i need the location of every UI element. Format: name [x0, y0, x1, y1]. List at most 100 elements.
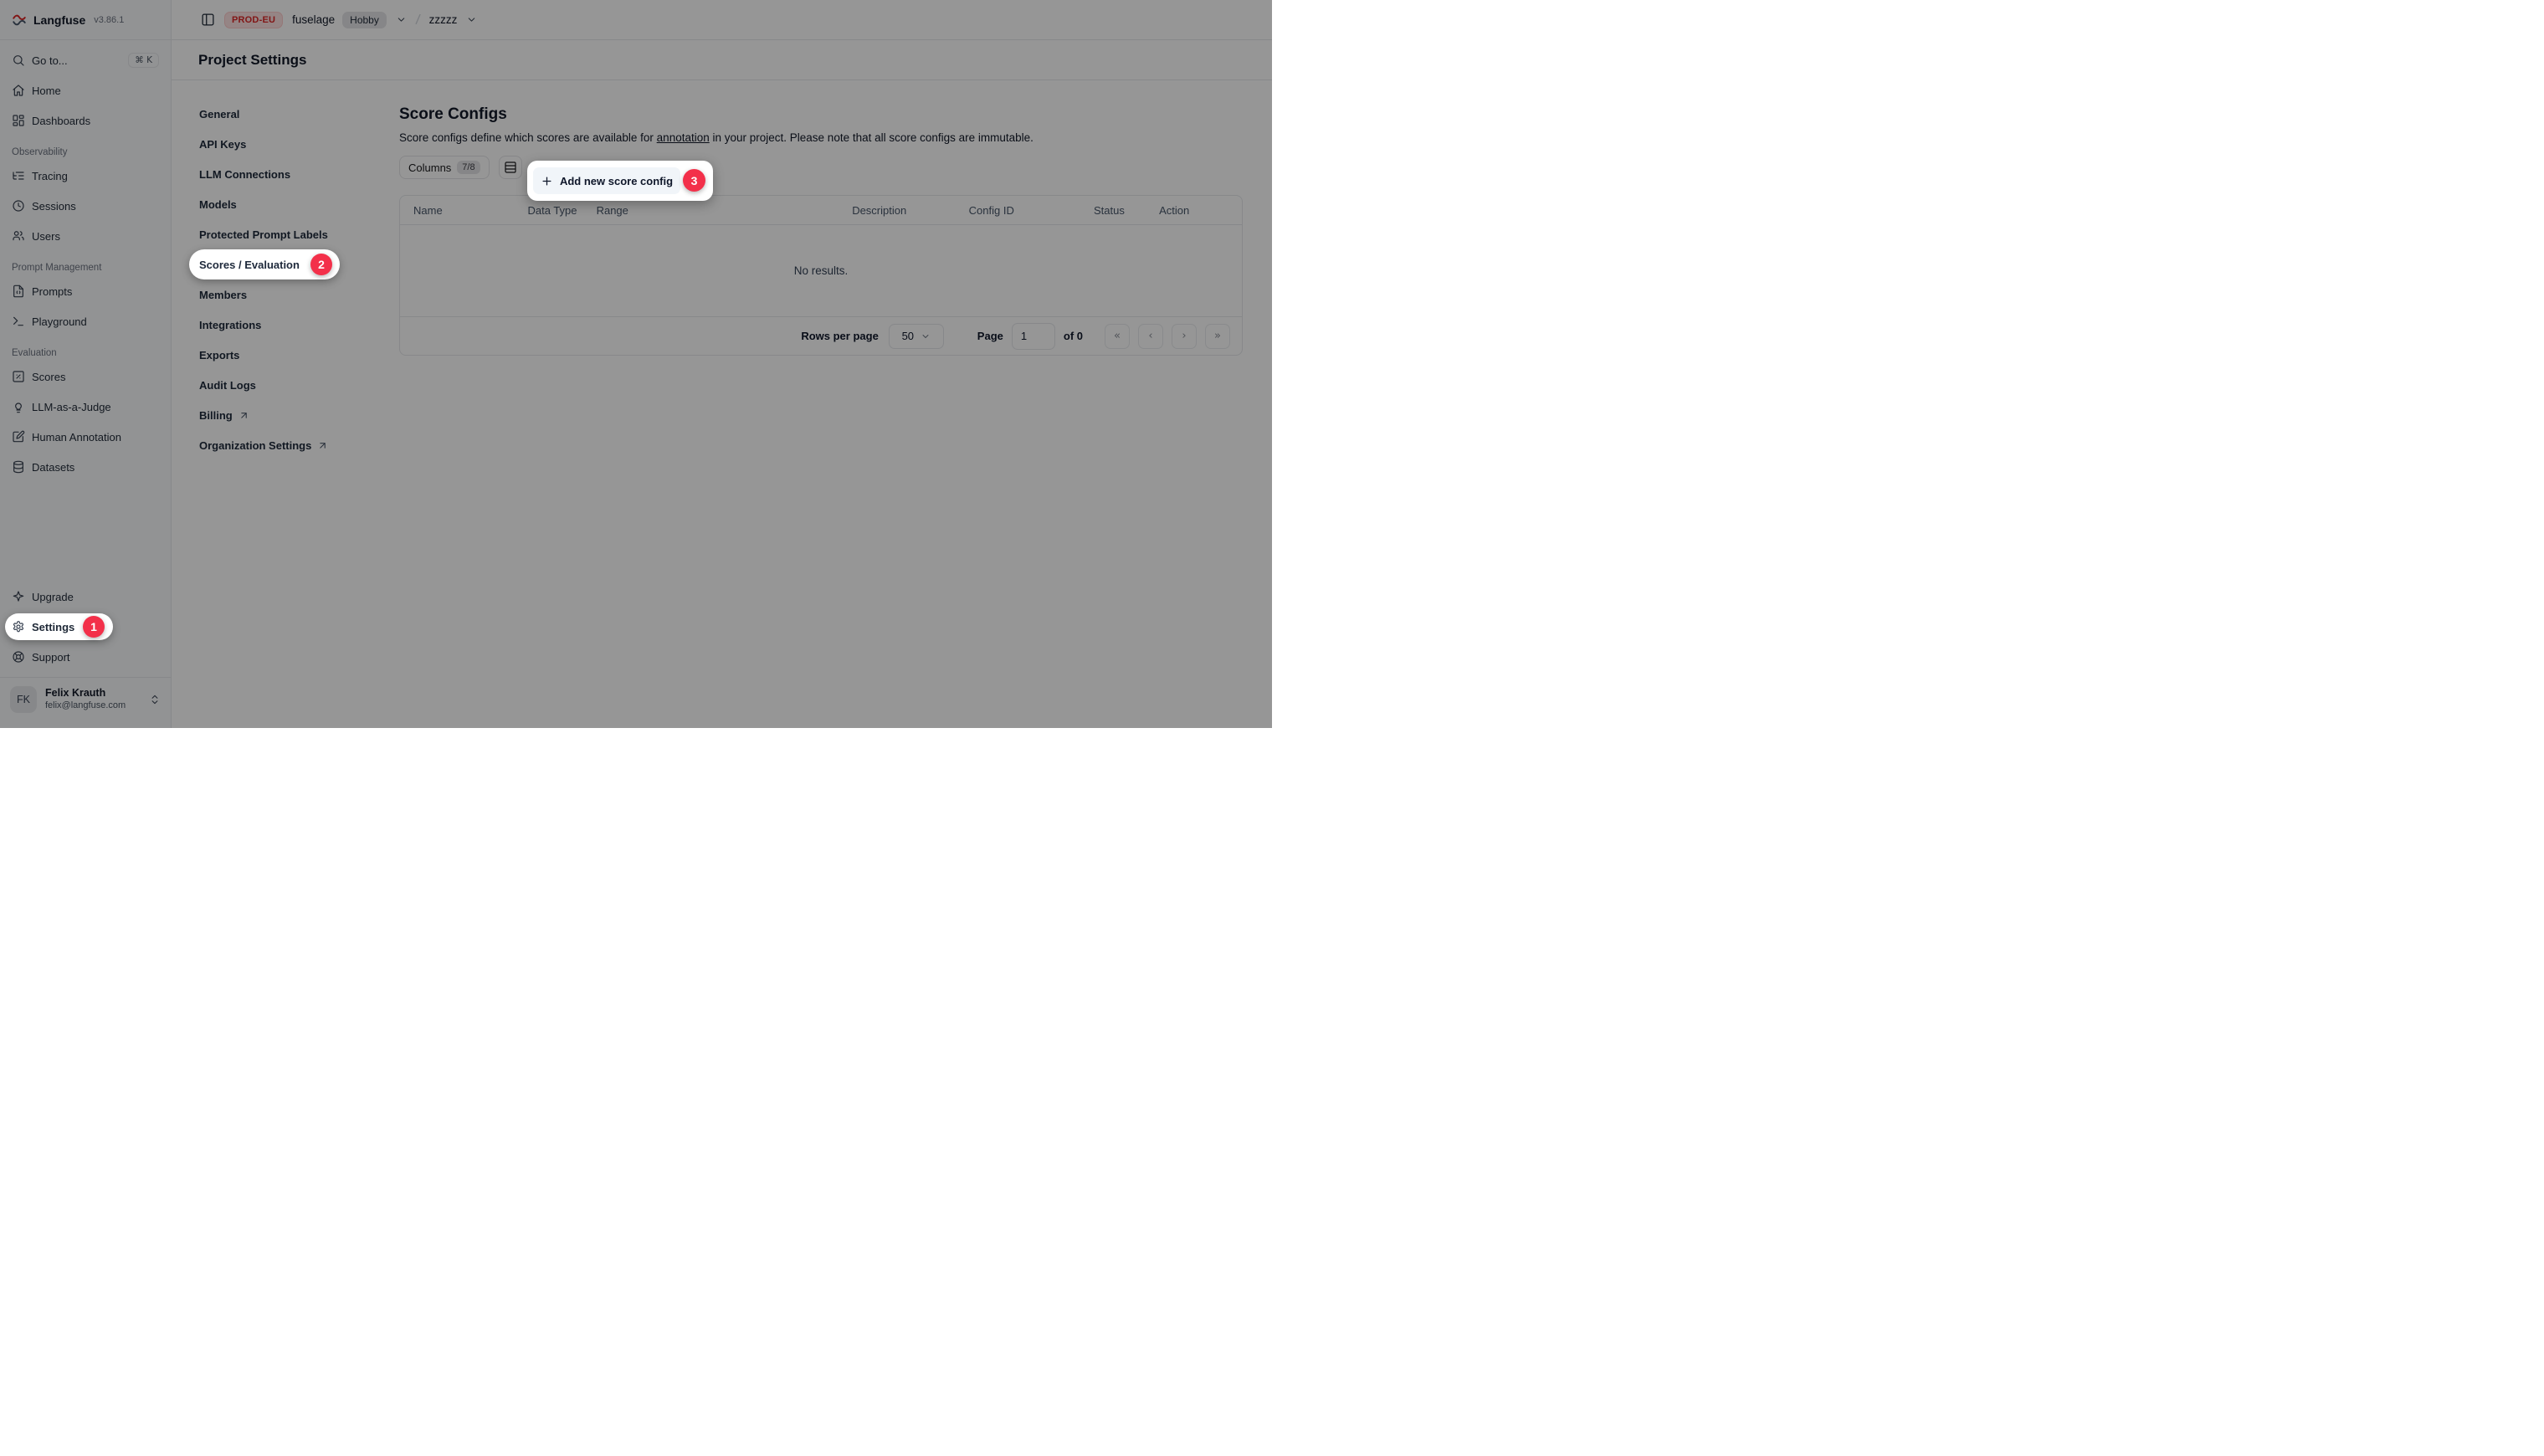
sidebar-item-scores[interactable]: Scores [5, 363, 166, 390]
brand-version: v3.86.1 [94, 15, 124, 25]
column-header-config-id: Config ID [969, 204, 1094, 217]
sidebar-item-label: Upgrade [32, 591, 74, 603]
columns-button[interactable]: Columns 7/8 [399, 156, 490, 179]
row-height-button[interactable] [499, 156, 522, 179]
add-score-config-card: Add new score config 3 [527, 161, 713, 201]
sidebar-item-users[interactable]: Users [5, 223, 166, 249]
column-header-status: Status [1094, 204, 1159, 217]
next-page-button[interactable]: › [1172, 324, 1197, 349]
sidebar-item-label: Prompts [32, 285, 72, 298]
score-configs-heading: Score Configs [399, 105, 1244, 124]
goto-search[interactable]: Go to... ⌘ K [5, 47, 166, 74]
brand-name: Langfuse [33, 13, 85, 27]
brand-logo-row: Langfuse v3.86.1 [0, 0, 171, 40]
settings-nav-api-keys[interactable]: API Keys [199, 129, 399, 159]
table-header-row: Name Data Type Range Description Config … [400, 196, 1242, 225]
sidebar-item-prompts[interactable]: Prompts [5, 278, 166, 305]
main-area: PROD-EU fuselage Hobby / zzzzz Project S… [172, 0, 1272, 728]
sidebar-item-datasets[interactable]: Datasets [5, 454, 166, 480]
settings-nav-llm-connections[interactable]: LLM Connections [199, 159, 399, 189]
settings-nav-audit-logs[interactable]: Audit Logs [199, 370, 399, 400]
table-footer: Rows per page 50 Page of 0 « ‹ › » [400, 316, 1242, 355]
users-icon [12, 229, 25, 243]
breadcrumb-org[interactable]: fuselage [292, 13, 335, 26]
rows-icon [504, 161, 517, 174]
user-menu[interactable]: FK Felix Krauth felix@langfuse.com [0, 677, 171, 723]
sidebar-item-settings[interactable]: Settings 1 [5, 613, 113, 640]
column-header-data-type: Data Type [527, 204, 596, 217]
sidebar-item-label: Sessions [32, 200, 76, 213]
page-number-input[interactable] [1012, 323, 1055, 350]
annotation-link[interactable]: annotation [657, 131, 710, 144]
section-evaluation: Evaluation [12, 348, 159, 358]
sidebar-item-label: Playground [32, 315, 87, 328]
settings-nav-billing[interactable]: Billing [199, 400, 399, 430]
settings-nav-models[interactable]: Models [199, 189, 399, 219]
sessions-clock-icon [12, 199, 25, 213]
columns-count-badge: 7/8 [457, 161, 480, 174]
breadcrumb-separator: / [414, 11, 420, 28]
tour-step-badge-2: 2 [310, 254, 332, 275]
sidebar-item-label: Scores [32, 371, 65, 383]
rows-per-page-select[interactable]: 50 [889, 324, 944, 349]
sidebar-item-playground[interactable]: Playground [5, 308, 166, 335]
column-header-name: Name [413, 204, 527, 217]
section-prompt-management: Prompt Management [12, 263, 159, 273]
goto-shortcut-kbd: ⌘ K [128, 53, 159, 68]
search-icon [12, 54, 25, 67]
project-switcher-button[interactable] [466, 14, 477, 25]
sidebar-item-label: Users [32, 230, 60, 243]
sidebar-item-llm-as-a-judge[interactable]: LLM-as-a-Judge [5, 393, 166, 420]
goto-label: Go to... [32, 54, 68, 67]
score-configs-pane: Score Configs Score configs define which… [399, 80, 1272, 728]
sidebar-item-label: Datasets [32, 461, 74, 474]
sparkle-icon [12, 590, 25, 603]
datasets-database-icon [12, 460, 25, 474]
external-link-arrow-icon [317, 440, 328, 451]
table-toolbar: Columns 7/8 [399, 156, 1244, 179]
sidebar-item-tracing[interactable]: Tracing [5, 162, 166, 189]
annotation-pen-icon [12, 430, 25, 443]
score-configs-description: Score configs define which scores are av… [399, 131, 1244, 144]
settings-nav-organization-settings[interactable]: Organization Settings [199, 430, 399, 460]
org-switcher-button[interactable] [396, 14, 407, 25]
last-page-button[interactable]: » [1205, 324, 1230, 349]
lightbulb-icon [12, 400, 25, 413]
sidebar-item-human-annotation[interactable]: Human Annotation [5, 423, 166, 450]
sidebar-item-sessions[interactable]: Sessions [5, 192, 166, 219]
settings-nav-scores-evaluation[interactable]: Scores / Evaluation 2 [189, 249, 340, 279]
settings-nav-members[interactable]: Members [199, 279, 399, 310]
column-header-description: Description [852, 204, 968, 217]
gear-icon [12, 620, 25, 633]
langfuse-logo-icon [12, 13, 27, 28]
scores-icon [12, 370, 25, 383]
sidebar-item-label: Tracing [32, 170, 68, 182]
sidebar-item-support[interactable]: Support [5, 643, 166, 670]
section-observability: Observability [12, 147, 159, 157]
rows-per-page-label: Rows per page [801, 330, 878, 342]
chevrons-up-down-icon [149, 694, 161, 705]
sidebar-item-home[interactable]: Home [5, 77, 166, 104]
sidebar-item-label: Support [32, 651, 70, 664]
breadcrumb-project[interactable]: zzzzz [429, 13, 458, 26]
settings-nav-general[interactable]: General [199, 99, 399, 129]
env-badge: PROD-EU [224, 12, 283, 28]
add-score-config-button[interactable]: Add new score config [533, 167, 680, 194]
sidebar-item-upgrade[interactable]: Upgrade [5, 583, 166, 610]
prompts-file-icon [12, 285, 25, 298]
settings-nav-protected-prompt-labels[interactable]: Protected Prompt Labels [199, 219, 399, 249]
settings-nav-integrations[interactable]: Integrations [199, 310, 399, 340]
settings-nav-exports[interactable]: Exports [199, 340, 399, 370]
sidebar-item-dashboards[interactable]: Dashboards [5, 107, 166, 134]
first-page-button[interactable]: « [1105, 324, 1130, 349]
user-name: Felix Krauth [45, 687, 126, 700]
sidebar-toggle-button[interactable] [201, 13, 215, 27]
panel-left-icon [201, 13, 215, 27]
avatar: FK [10, 686, 37, 713]
sidebar-item-label: Human Annotation [32, 431, 121, 443]
tour-step-badge-3: 3 [683, 169, 705, 192]
score-configs-table: Name Data Type Range Description Config … [399, 195, 1243, 356]
chevron-down-icon [396, 14, 407, 25]
previous-page-button[interactable]: ‹ [1138, 324, 1163, 349]
settings-nav: General API Keys LLM Connections Models … [172, 80, 399, 728]
